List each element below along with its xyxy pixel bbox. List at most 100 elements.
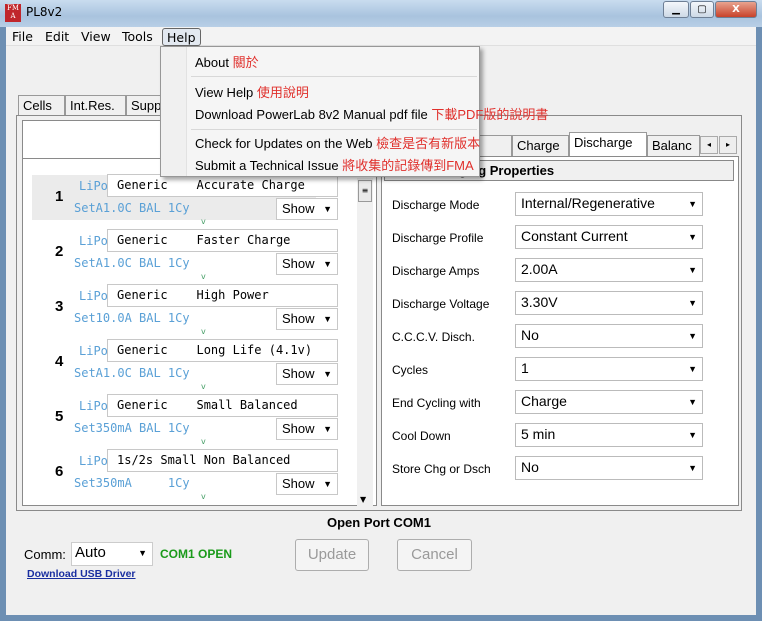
preset-number: 3	[55, 298, 64, 315]
chevron-down-icon: ▼	[688, 199, 697, 209]
chevron-down-icon: ▼	[688, 232, 697, 242]
property-dropdown[interactable]: Charge ▼	[515, 390, 703, 414]
show-value: Show	[282, 256, 315, 271]
preset-number: 4	[55, 353, 64, 370]
expand-marker[interactable]: v	[201, 217, 206, 226]
scrollbar[interactable]: ≡ ▼	[357, 178, 373, 506]
property-label: Cycles	[392, 363, 429, 377]
comm-select[interactable]: Auto ▼	[71, 542, 153, 566]
tab-charge[interactable]: Charge	[512, 135, 569, 156]
cancel-button[interactable]: Cancel	[397, 539, 472, 571]
menu-view[interactable]: View	[77, 28, 115, 46]
property-label: Discharge Profile	[392, 231, 484, 245]
menu-help[interactable]: Help	[162, 28, 201, 46]
port-open-status: COM1 OPEN	[160, 547, 233, 561]
scroll-down-icon[interactable]: ▼	[360, 495, 366, 504]
help-menu-item[interactable]: About 關於	[195, 52, 259, 71]
expand-marker[interactable]: v	[201, 272, 206, 281]
property-dropdown[interactable]: Constant Current ▼	[515, 225, 703, 249]
chevron-down-icon: ▼	[688, 463, 697, 473]
menu-file[interactable]: File	[8, 28, 37, 46]
property-dropdown[interactable]: Internal/Regenerative ▼	[515, 192, 703, 216]
tab-scroll-right-icon[interactable]: ▸	[719, 136, 737, 154]
expand-marker[interactable]: v	[201, 492, 206, 501]
menu-tools[interactable]: Tools	[118, 28, 157, 46]
menu-edit[interactable]: Edit	[41, 28, 73, 46]
property-dropdown[interactable]: 2.00A ▼	[515, 258, 703, 282]
help-menu-dropdown: About 關於 View Help 使用說明 Download PowerLab …	[160, 46, 548, 177]
menu-item-label: Download PowerLab 8v2 Manual pdf file	[195, 107, 428, 122]
tab-balance[interactable]: Balanc	[647, 135, 700, 156]
property-value: 5 min	[521, 426, 556, 442]
preset-settings: Set350mA 1Cy	[74, 476, 190, 490]
preset-name-field[interactable]: Generic Accurate Charge	[107, 174, 338, 197]
expand-marker[interactable]: v	[201, 437, 206, 446]
chevron-down-icon: ▼	[323, 204, 332, 214]
expand-marker[interactable]: v	[201, 327, 206, 336]
preset-show-select[interactable]: Show ▼	[276, 253, 338, 275]
property-dropdown[interactable]: 5 min ▼	[515, 423, 703, 447]
preset-name-field[interactable]: Generic Faster Charge	[107, 229, 338, 252]
preset-chemistry: LiPo	[79, 289, 108, 303]
preset-show-select[interactable]: Show ▼	[276, 198, 338, 220]
help-menu-item[interactable]: Check for Updates on the Web 檢查是否有新版本	[195, 133, 480, 152]
property-value: 2.00A	[521, 261, 558, 277]
chevron-down-icon: ▼	[323, 314, 332, 324]
update-button[interactable]: Update	[295, 539, 369, 571]
expand-marker[interactable]: v	[201, 382, 206, 391]
menu-separator	[191, 76, 477, 77]
property-label: Cool Down	[392, 429, 451, 443]
property-dropdown[interactable]: 1 ▼	[515, 357, 703, 381]
preset-show-select[interactable]: Show ▼	[276, 418, 338, 440]
tab-discharge[interactable]: Discharge	[569, 132, 647, 156]
comm-label: Comm:	[24, 547, 66, 562]
preset-settings: Set10.0A BAL 1Cy	[74, 311, 190, 325]
property-value: No	[521, 459, 539, 475]
property-value: 1	[521, 360, 529, 376]
chevron-down-icon: ▼	[688, 397, 697, 407]
download-usb-driver-link[interactable]: Download USB Driver	[27, 568, 136, 580]
preset-name-field[interactable]: Generic High Power	[107, 284, 338, 307]
tab-scroll-left-icon[interactable]: ◂	[700, 136, 718, 154]
minimize-icon[interactable]: ▁	[663, 1, 689, 18]
property-dropdown[interactable]: No ▼	[515, 324, 703, 348]
port-status-title: Open Port COM1	[326, 515, 431, 530]
preset-show-select[interactable]: Show ▼	[276, 363, 338, 385]
preset-settings: SetA1.0C BAL 1Cy	[74, 256, 190, 270]
menu-item-label: Submit a Technical Issue	[195, 158, 339, 173]
property-dropdown[interactable]: No ▼	[515, 456, 703, 480]
chevron-down-icon: ▼	[138, 548, 147, 558]
chevron-down-icon: ▼	[688, 331, 697, 341]
property-label: Discharge Mode	[392, 198, 480, 212]
show-value: Show	[282, 421, 315, 436]
property-dropdown[interactable]: 3.30V ▼	[515, 291, 703, 315]
menu-item-translation: 將收集的記錄傳到FMA	[342, 158, 474, 173]
preset-show-select[interactable]: Show ▼	[276, 473, 338, 495]
chevron-down-icon: ▼	[688, 430, 697, 440]
menu-item-label: View Help	[195, 85, 254, 100]
chevron-down-icon: ▼	[323, 479, 332, 489]
show-value: Show	[282, 476, 315, 491]
property-label: End Cycling with	[392, 396, 481, 410]
menu-icon-gutter	[161, 47, 187, 176]
preset-name-field[interactable]: Generic Long Life (4.1v)	[107, 339, 338, 362]
show-value: Show	[282, 366, 315, 381]
preset-name-field[interactable]: Generic Small Balanced	[107, 394, 338, 417]
property-label: Discharge Amps	[392, 264, 480, 278]
preset-name-field[interactable]: 1s/2s Small Non Balanced	[107, 449, 338, 472]
scrollbar-thumb[interactable]: ≡	[358, 180, 372, 202]
preset-number: 1	[55, 188, 64, 205]
preset-show-select[interactable]: Show ▼	[276, 308, 338, 330]
help-menu-item[interactable]: Download PowerLab 8v2 Manual pdf file 下載…	[195, 104, 548, 123]
help-menu-item[interactable]: Submit a Technical Issue 將收集的記錄傳到FMA	[195, 155, 474, 174]
preset-chemistry: LiPo	[79, 454, 108, 468]
property-value: 3.30V	[521, 294, 558, 310]
chevron-down-icon: ▼	[688, 364, 697, 374]
preset-number: 5	[55, 408, 64, 425]
tab-cells[interactable]: Cells	[18, 95, 65, 116]
close-icon[interactable]: X	[715, 1, 757, 18]
maximize-icon[interactable]: ▢	[690, 1, 714, 18]
property-value: Constant Current	[521, 228, 628, 244]
tab-int-res[interactable]: Int.Res.	[65, 95, 126, 116]
help-menu-item[interactable]: View Help 使用說明	[195, 82, 309, 101]
